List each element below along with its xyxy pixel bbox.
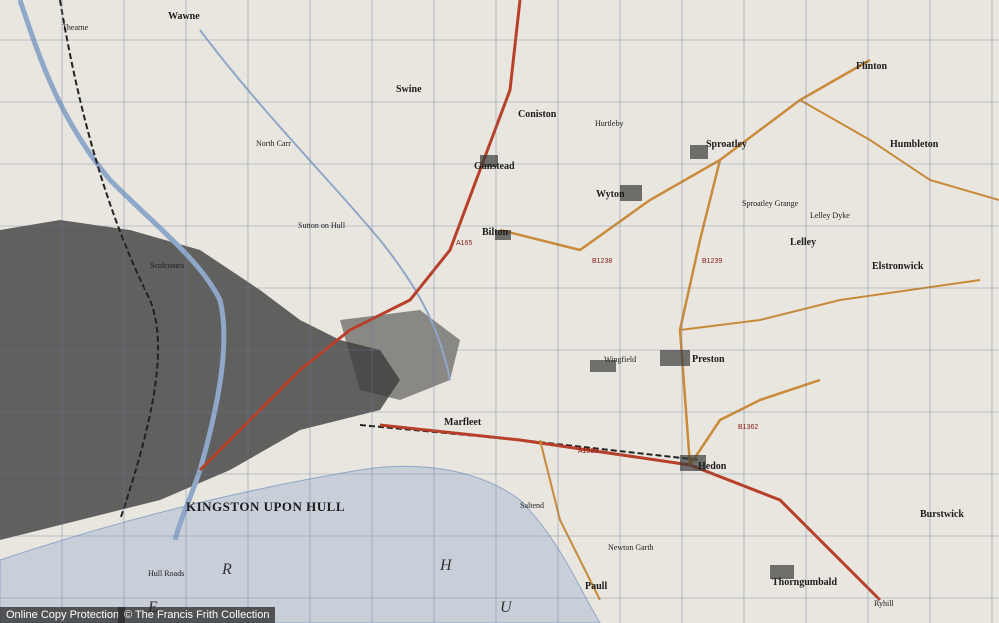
place-sproatley-grange[interactable]: Sproatley Grange — [742, 200, 798, 208]
place-elstronwick[interactable]: Elstronwick — [872, 262, 924, 272]
place-bilton[interactable]: Bilton — [482, 228, 508, 238]
place-wawne[interactable]: Wawne — [168, 12, 200, 22]
place-swine[interactable]: Swine — [396, 85, 422, 95]
place-wingfield[interactable]: Wingfield — [604, 356, 636, 364]
map-canvas[interactable]: Wawne Thearne Swine Coniston Ganstead Bi… — [0, 0, 999, 623]
place-ryhill[interactable]: Ryhill — [874, 600, 894, 608]
place-newton-garth[interactable]: Newton Garth — [608, 544, 654, 552]
place-hull-roads[interactable]: Hull Roads — [148, 570, 184, 578]
place-coniston[interactable]: Coniston — [518, 110, 556, 120]
place-sproatley[interactable]: Sproatley — [706, 140, 747, 150]
place-paull[interactable]: Paull — [585, 582, 607, 592]
place-thorngumbald[interactable]: Thorngumbald — [772, 578, 837, 588]
place-marfleet[interactable]: Marfleet — [444, 418, 481, 428]
place-ganstead[interactable]: Ganstead — [474, 162, 515, 172]
place-kingston-upon-hull[interactable]: KINGSTON UPON HULL — [186, 500, 345, 513]
place-flinton[interactable]: Flinton — [856, 62, 887, 72]
river-letter-h: H — [440, 557, 454, 574]
place-burstwick[interactable]: Burstwick — [920, 510, 964, 520]
place-wyton[interactable]: Wyton — [596, 190, 625, 200]
place-preston[interactable]: Preston — [692, 355, 725, 365]
place-lelley[interactable]: Lelley — [790, 238, 816, 248]
copyright-notice: © The Francis Frith Collection — [118, 607, 276, 623]
place-hurtleby[interactable]: Hurtleby — [595, 120, 623, 128]
river-letter-r: R — [222, 561, 234, 578]
place-sutton-on-hull[interactable]: Sutton on Hull — [298, 222, 345, 230]
place-sculcoates[interactable]: Sculcoates — [150, 262, 184, 270]
road-number-a165: A165 — [456, 240, 473, 247]
place-north-carr[interactable]: North Carr — [256, 140, 291, 148]
place-thearne[interactable]: Thearne — [62, 24, 88, 32]
road-number-b1239: B1239 — [702, 258, 723, 265]
road-number-b1362: B1362 — [738, 424, 759, 431]
road-number-b1238: B1238 — [592, 258, 613, 265]
road-number-a1033: A1033 — [578, 448, 599, 455]
place-hedon[interactable]: Hedon — [698, 462, 726, 472]
place-humbleton[interactable]: Humbleton — [890, 140, 938, 150]
map-graphics — [0, 0, 999, 623]
place-saltend[interactable]: Saltend — [520, 502, 544, 510]
river-letter-u: U — [500, 599, 514, 616]
place-lelley-dyke[interactable]: Lelley Dyke — [810, 212, 850, 220]
copy-protection-notice: Online Copy Protection — [0, 607, 126, 623]
